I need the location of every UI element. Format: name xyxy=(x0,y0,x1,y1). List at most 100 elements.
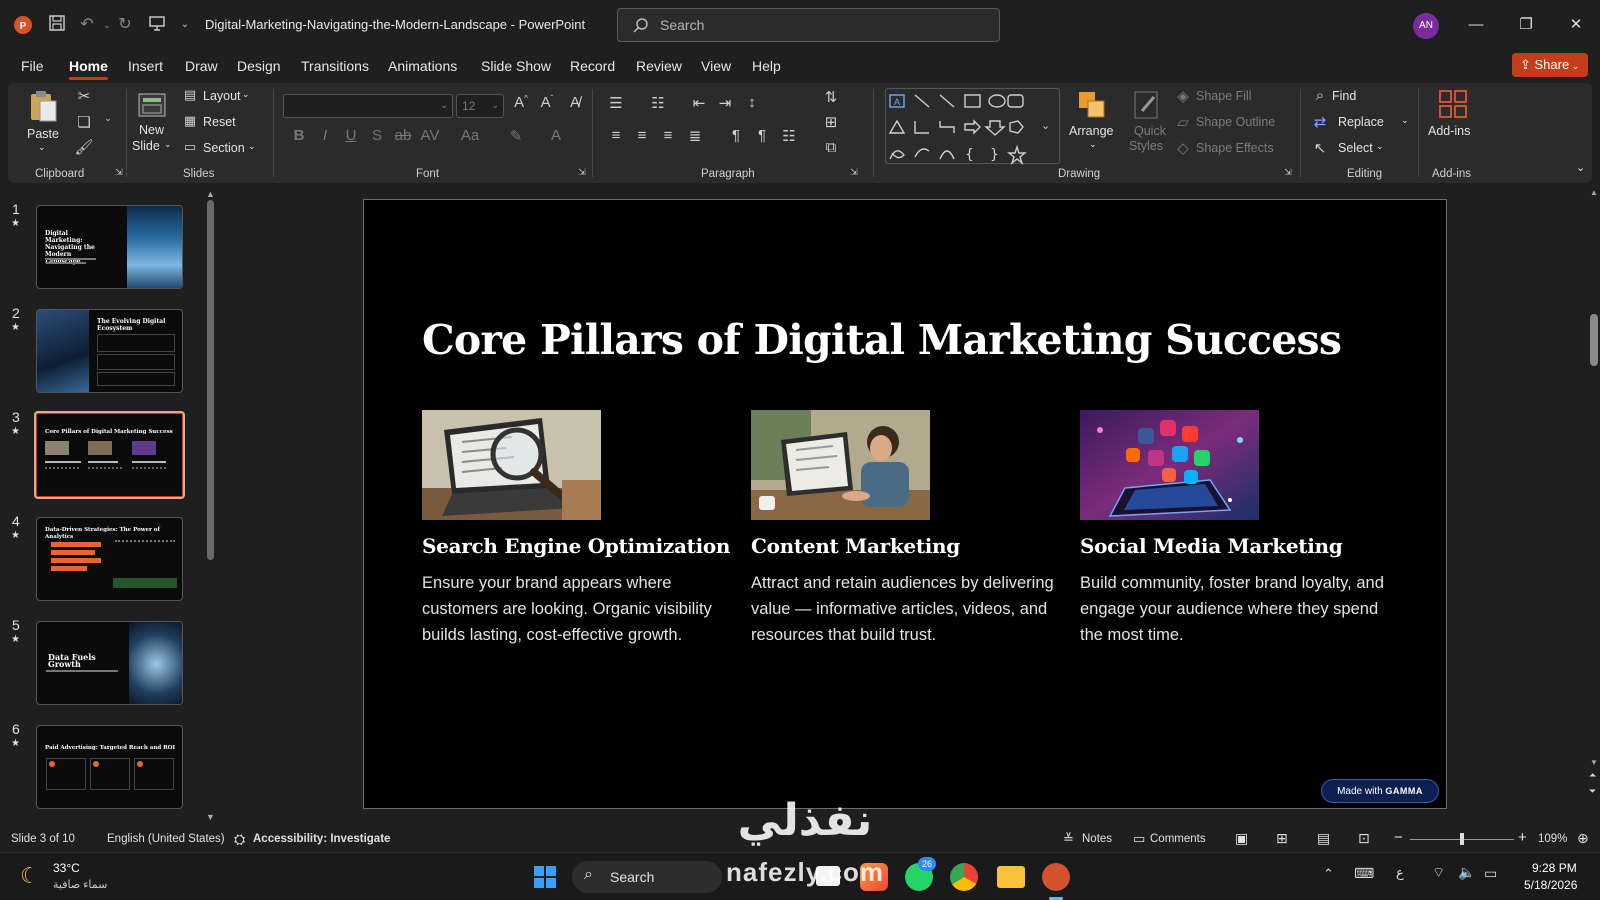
thumbnail-scrollbar[interactable] xyxy=(207,200,214,560)
align-center-icon[interactable]: ≡ xyxy=(632,127,652,144)
accessibility-icon[interactable]: ⛭ xyxy=(234,831,245,848)
notes-button[interactable]: Notes xyxy=(1082,833,1112,845)
close-icon[interactable]: ✕ xyxy=(1561,12,1591,38)
increase-font-size-icon[interactable]: A^ xyxy=(511,94,531,111)
slide-thumbnail-3-selected[interactable]: Core Pillars of Digital Marketing Succes… xyxy=(34,411,185,499)
weather-moon-icon[interactable]: ☾ xyxy=(20,863,40,889)
shape-outline-button[interactable]: Shape Outline xyxy=(1196,115,1275,129)
social-media-illustration[interactable] xyxy=(1080,410,1259,520)
clock-date[interactable]: 5/18/2026 xyxy=(1524,878,1577,892)
zoom-slider-thumb[interactable] xyxy=(1460,833,1464,845)
file-explorer-app-icon[interactable] xyxy=(816,866,840,886)
font-size-dropdown[interactable]: 12 ⌄ xyxy=(456,94,504,118)
save-icon[interactable] xyxy=(46,14,68,36)
smartart-icon[interactable]: ⧉ xyxy=(821,139,841,156)
reading-view-icon[interactable]: ▤ xyxy=(1317,830,1330,847)
bold-icon[interactable]: B xyxy=(289,127,309,144)
zoom-level[interactable]: 109% xyxy=(1538,833,1567,845)
shape-effects-button[interactable]: Shape Effects xyxy=(1196,141,1274,155)
chevron-down-icon[interactable]: ⌄ xyxy=(242,89,250,100)
shapes-gallery[interactable]: A { } ⌄ xyxy=(885,88,1060,166)
slide-sorter-icon[interactable]: ⊞ xyxy=(1276,830,1288,847)
tab-insert[interactable]: Insert xyxy=(128,58,163,74)
italic-icon[interactable]: I xyxy=(315,127,335,144)
increase-indent-icon[interactable]: ⇥ xyxy=(715,94,735,112)
show-hidden-icons-icon[interactable]: ⌃ xyxy=(1323,866,1334,882)
character-spacing-icon[interactable]: AV xyxy=(420,127,440,144)
layout-icon[interactable]: ▤ xyxy=(180,87,200,103)
scroll-thumb[interactable] xyxy=(1590,314,1598,366)
restore-icon[interactable]: ❐ xyxy=(1511,12,1541,38)
slide-scrollbar[interactable]: ▲ ▼ ⏶ ⏷ xyxy=(1588,188,1600,818)
scroll-down-icon[interactable]: ▼ xyxy=(1590,758,1598,767)
weather-temperature[interactable]: 33°C xyxy=(53,861,80,875)
content-marketing-illustration[interactable] xyxy=(751,410,930,520)
previous-slide-icon[interactable]: ⏶ xyxy=(1589,770,1596,781)
chevron-down-icon[interactable]: ⌄ xyxy=(1376,141,1384,152)
quick-styles-icon[interactable] xyxy=(1132,89,1164,121)
new-slide-label-1[interactable]: New xyxy=(139,123,164,137)
tab-record[interactable]: Record xyxy=(570,58,615,74)
slide-thumbnail-6[interactable]: Paid Advertising: Targeted Reach and ROI xyxy=(36,725,183,809)
shape-fill-icon[interactable]: ◈ xyxy=(1173,87,1193,105)
numbering-icon[interactable]: ☷ xyxy=(648,94,668,112)
tab-design[interactable]: Design xyxy=(237,58,281,74)
new-slide-label-2[interactable]: Slide xyxy=(132,139,160,153)
gallery-more-icon[interactable]: ⌄ xyxy=(1041,119,1050,132)
paste-icon[interactable] xyxy=(28,89,57,125)
clock-time[interactable]: 9:28 PM xyxy=(1532,861,1577,875)
tab-file[interactable]: File xyxy=(21,58,44,74)
format-painter-icon[interactable]: 🖌 xyxy=(74,138,94,156)
shape-outline-icon[interactable]: ▱ xyxy=(1173,113,1193,131)
customize-toolbar-icon[interactable]: ⌄ xyxy=(174,14,196,36)
accessibility-status[interactable]: Accessibility: Investigate xyxy=(253,833,390,845)
language-indicator[interactable]: English (United States) xyxy=(107,833,225,845)
tab-review[interactable]: Review xyxy=(636,58,682,74)
comments-icon[interactable]: ▭ xyxy=(1133,831,1145,847)
paste-label[interactable]: Paste xyxy=(27,127,59,141)
select-button[interactable]: Select xyxy=(1338,141,1373,155)
taskbar-search[interactable]: ⌕ Search xyxy=(572,861,722,893)
highlight-color-icon[interactable]: ✎ xyxy=(506,127,526,145)
font-name-dropdown[interactable]: ⌄ xyxy=(283,94,453,118)
keyboard-icon[interactable]: ⌨ xyxy=(1354,865,1374,882)
slide-thumbnail-4[interactable]: Data-Driven Strategies: The Power of Ana… xyxy=(36,517,183,601)
underline-icon[interactable]: U xyxy=(341,127,361,144)
tab-view[interactable]: View xyxy=(701,58,731,74)
redo-icon[interactable]: ↻ xyxy=(114,14,136,36)
shape-effects-icon[interactable]: ◇ xyxy=(1173,139,1193,157)
align-right-icon[interactable]: ≡ xyxy=(658,127,678,144)
present-from-beginning-icon[interactable] xyxy=(146,14,168,36)
chevron-down-icon[interactable]: ⌄ xyxy=(248,141,256,152)
pillar-heading-seo[interactable]: Search Engine Optimization xyxy=(422,534,730,558)
tab-home[interactable]: Home xyxy=(69,58,108,74)
strikethrough-icon[interactable]: ab xyxy=(393,127,413,144)
slide-show-icon[interactable]: ⊡ xyxy=(1358,830,1370,847)
section-button[interactable]: Section xyxy=(203,141,245,155)
weather-description[interactable]: سماء صافية xyxy=(53,878,107,891)
scroll-up-icon[interactable]: ▲ xyxy=(1590,188,1598,197)
align-text-icon[interactable]: ⊞ xyxy=(821,113,841,131)
seo-illustration[interactable] xyxy=(422,410,601,520)
section-icon[interactable]: ▭ xyxy=(180,139,200,155)
line-spacing-icon[interactable]: ↕ xyxy=(742,94,762,111)
replace-button[interactable]: Replace xyxy=(1338,115,1384,129)
share-button[interactable]: ⇪ Share ⌄ xyxy=(1512,53,1588,77)
clear-formatting-icon[interactable]: A̸ xyxy=(565,94,585,111)
volume-icon[interactable]: 🔈 xyxy=(1458,864,1475,881)
tab-transitions[interactable]: Transitions xyxy=(301,58,369,74)
folder-app-icon[interactable] xyxy=(997,866,1025,888)
windows-start-icon[interactable] xyxy=(533,865,557,889)
slide-canvas[interactable]: Core Pillars of Digital Marketing Succes… xyxy=(363,199,1447,809)
arrange-label[interactable]: Arrange xyxy=(1069,124,1113,138)
cut-icon[interactable]: ✂ xyxy=(74,87,94,105)
dialog-launcher-icon[interactable]: ⇲ xyxy=(1278,167,1298,178)
copy-icon[interactable]: ❏ xyxy=(74,113,94,131)
find-button[interactable]: Find xyxy=(1332,89,1356,103)
comments-button[interactable]: Comments xyxy=(1150,833,1206,845)
battery-icon[interactable]: ▭ xyxy=(1484,865,1497,882)
add-ins-button[interactable]: Add-ins xyxy=(1428,124,1470,138)
arrange-icon[interactable] xyxy=(1076,89,1108,121)
tab-help[interactable]: Help xyxy=(752,58,781,74)
justify-icon[interactable]: ≣ xyxy=(685,127,705,145)
